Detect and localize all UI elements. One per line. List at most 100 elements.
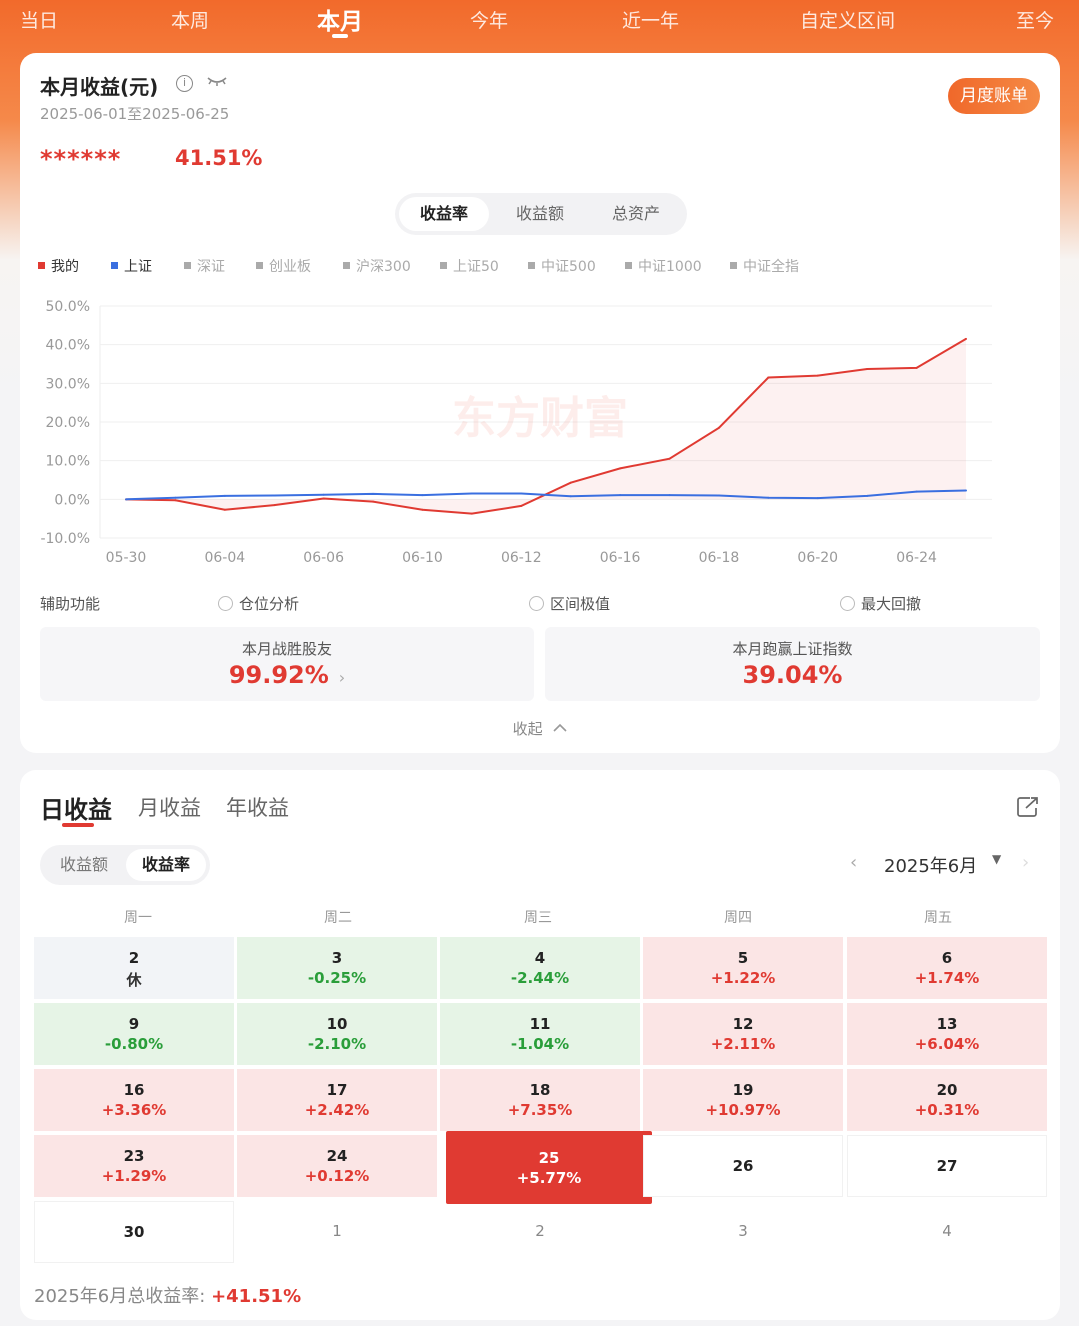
chevron-right-icon[interactable]: › (1022, 852, 1029, 873)
legend-label: 创业板 (269, 259, 311, 275)
legend-item[interactable]: 上证 (111, 256, 152, 276)
day-return: +0.12% (304, 1167, 370, 1185)
calendar-day-cell[interactable]: 6 +1.74% (847, 937, 1047, 999)
calendar-day-cell[interactable]: 24 +0.12% (237, 1135, 437, 1197)
calendar-day-cell[interactable]: 23 +1.29% (34, 1135, 234, 1197)
calendar-day-cell[interactable]: 25 +5.77% (446, 1131, 652, 1204)
calendar-day-cell[interactable]: 1 (237, 1201, 437, 1263)
tab-last-year[interactable]: 近一年 (622, 6, 679, 33)
calendar-day-cell[interactable]: 27 (847, 1135, 1047, 1197)
calendar-day-cell[interactable]: 4 -2.44% (440, 937, 640, 999)
y-tick-label: -10.0% (40, 531, 90, 547)
data-point (619, 467, 622, 470)
legend-swatch (730, 262, 737, 269)
calendar-day-cell[interactable]: 17 +2.42% (237, 1069, 437, 1131)
max-drawdown-toggle[interactable]: 最大回撤 (840, 593, 921, 614)
legend-swatch (625, 262, 632, 269)
day-return: +1.22% (710, 969, 776, 987)
data-point (421, 494, 424, 497)
day-number: 1 (332, 1222, 342, 1240)
legend-item[interactable]: 上证50 (440, 256, 499, 276)
calendar-day-cell[interactable]: 12 +2.11% (643, 1003, 843, 1065)
day-number: 3 (738, 1222, 748, 1240)
total-label: 2025年6月总收益率: (34, 1286, 206, 1307)
mode-amount[interactable]: 收益额 (44, 849, 124, 881)
calendar-day-cell[interactable]: 13 +6.04% (847, 1003, 1047, 1065)
calendar-day-cell[interactable]: 3 -0.25% (237, 937, 437, 999)
data-point (125, 498, 127, 501)
day-number: 9 (128, 1015, 140, 1033)
calendar-day-cell[interactable]: 9 -0.80% (34, 1003, 234, 1065)
y-tick-label: 0.0% (54, 492, 90, 508)
tab-return-rate[interactable]: 收益率 (399, 197, 489, 231)
calendar-day-cell[interactable]: 4 (847, 1201, 1047, 1263)
legend-item[interactable]: 沪深300 (343, 256, 411, 276)
legend-swatch (256, 262, 263, 269)
legend-item[interactable]: 中证1000 (625, 256, 702, 276)
tab-yearly-return[interactable]: 年收益 (226, 792, 289, 822)
legend-label: 上证50 (453, 259, 499, 275)
calendar-day-cell[interactable]: 5 +1.22% (643, 937, 843, 999)
legend-swatch (111, 262, 118, 269)
return-chart[interactable]: 50.0% 40.0% 30.0% 20.0% 10.0% 0.0% -10.0% 05-30… (20, 288, 1060, 578)
day-number: 11 (529, 1015, 551, 1033)
tab-this-week[interactable]: 本周 (171, 6, 209, 33)
y-tick-label: 20.0% (46, 415, 90, 431)
share-icon[interactable] (1016, 796, 1040, 818)
collapse-button[interactable]: 收起 (20, 718, 1060, 739)
legend-item[interactable]: 深证 (184, 256, 225, 276)
tab-this-month[interactable]: 本月 (317, 2, 363, 38)
calendar-day-cell[interactable]: 30 (34, 1201, 234, 1263)
calendar-day-cell[interactable]: 2 (440, 1201, 640, 1263)
beat-peers-stat[interactable]: 本月战胜股友 99.92% › (40, 627, 534, 701)
monthly-bill-button[interactable]: 月度账单 (948, 78, 1040, 114)
tab-return-amount[interactable]: 收益额 (495, 197, 585, 231)
day-number: 3 (331, 949, 343, 967)
mode-rate[interactable]: 收益率 (126, 849, 206, 881)
tab-today[interactable]: 当日 (20, 6, 58, 33)
range-extreme-toggle[interactable]: 区间极值 (529, 593, 610, 614)
day-return: -0.80% (104, 1035, 164, 1053)
day-return: +10.97% (705, 1101, 781, 1119)
tab-to-date[interactable]: 至今 (1016, 6, 1054, 33)
calendar-day-cell[interactable]: 11 -1.04% (440, 1003, 640, 1065)
data-point (174, 496, 177, 499)
legend-item[interactable]: 创业板 (256, 256, 311, 276)
position-analysis-toggle[interactable]: 仓位分析 (218, 593, 299, 614)
legend-label: 中证1000 (638, 259, 702, 275)
tab-daily-return[interactable]: 日收益 (40, 790, 112, 827)
calendar-day-cell[interactable]: 18 +7.35% (440, 1069, 640, 1131)
month-label[interactable]: 2025年6月 (884, 852, 977, 878)
page-title: 本月收益(元) (40, 75, 159, 99)
hide-amount-icon[interactable] (206, 73, 228, 89)
day-number: 20 (936, 1081, 958, 1099)
tab-total-assets[interactable]: 总资产 (591, 197, 681, 231)
legend-item[interactable]: 中证500 (528, 256, 596, 276)
legend-item[interactable]: 中证全指 (730, 256, 799, 276)
data-point (273, 494, 276, 497)
info-icon[interactable]: i (176, 75, 193, 92)
calendar-day-cell[interactable]: 26 (643, 1135, 843, 1197)
tab-this-year[interactable]: 今年 (470, 6, 508, 33)
calendar-day-cell[interactable]: 19 +10.97% (643, 1069, 843, 1131)
calendar-day-cell[interactable]: 16 +3.36% (34, 1069, 234, 1131)
legend-item[interactable]: 我的 (38, 256, 79, 276)
chevron-left-icon[interactable]: ‹ (850, 852, 857, 873)
stat-value: 39.04% (742, 661, 843, 689)
day-number: 24 (326, 1147, 348, 1165)
day-number: 25 (538, 1149, 560, 1167)
dropdown-caret-icon[interactable]: ▼ (992, 852, 1001, 866)
calendar-day-cell[interactable]: 20 +0.31% (847, 1069, 1047, 1131)
tab-this-month-label: 本月 (317, 9, 363, 35)
data-point (372, 492, 375, 495)
calendar-day-cell[interactable]: 10 -2.10% (237, 1003, 437, 1065)
data-point (915, 366, 918, 369)
data-point (174, 499, 177, 502)
legend-label: 上证 (124, 259, 152, 275)
tab-monthly-return[interactable]: 月收益 (138, 792, 201, 822)
calendar-day-cell[interactable]: 3 (643, 1201, 843, 1263)
day-number: 16 (123, 1081, 145, 1099)
tab-custom-range[interactable]: 自定义区间 (800, 6, 895, 33)
watermark-logo: 东方财富 (452, 393, 628, 444)
calendar-day-cell[interactable]: 2休 (34, 937, 234, 999)
